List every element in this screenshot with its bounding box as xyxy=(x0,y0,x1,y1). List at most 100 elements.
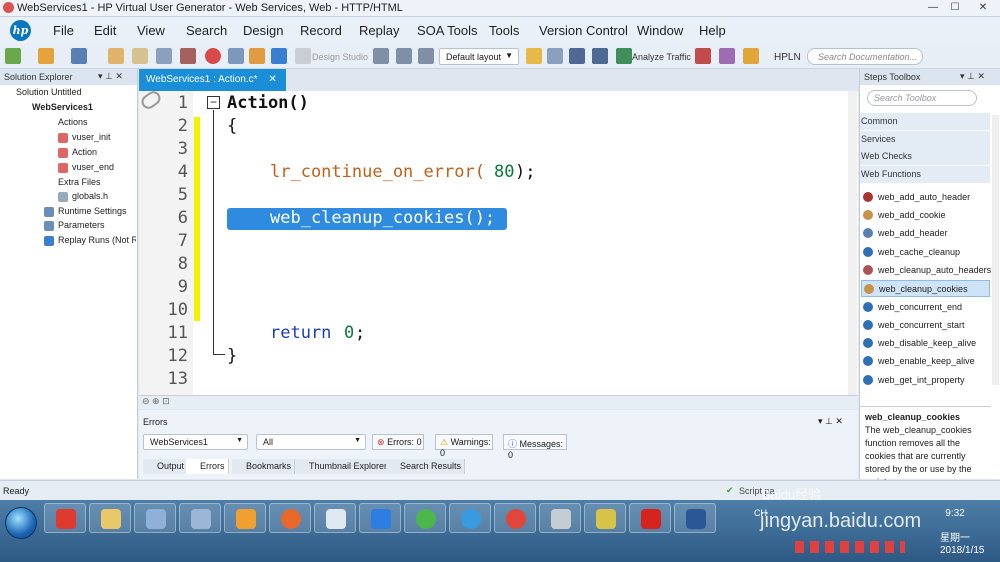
code-return-value[interactable]: 0 xyxy=(344,323,354,343)
design-studio-label[interactable]: Design Studio xyxy=(312,52,368,62)
snapshot-icon[interactable] xyxy=(592,48,608,64)
tree-action[interactable]: Action xyxy=(72,147,97,157)
taskbar-app-network[interactable] xyxy=(314,503,356,533)
menu-record[interactable]: Record xyxy=(300,23,342,38)
design-studio-icon[interactable] xyxy=(295,48,311,64)
toolbox-item-selected[interactable]: web_cleanup_cookies xyxy=(861,280,990,297)
tab-search-results[interactable]: Search Results xyxy=(386,459,466,474)
checkpoint-icon[interactable] xyxy=(526,48,542,64)
taskbar-app-huawei[interactable] xyxy=(629,503,671,533)
tab-action-c[interactable]: WebServices1 : Action.c* ✕ xyxy=(139,69,286,91)
taskbar-app-firefox[interactable] xyxy=(269,503,311,533)
tool-a-icon[interactable] xyxy=(695,48,711,64)
runtime-icon[interactable] xyxy=(418,48,434,64)
replay-options-icon[interactable] xyxy=(249,48,265,64)
grid-icon[interactable] xyxy=(569,48,585,64)
toolbox-item[interactable]: web_enable_keep_alive xyxy=(861,353,990,370)
tree-extra-files[interactable]: Extra Files xyxy=(58,177,101,187)
tray-icons[interactable] xyxy=(795,541,905,553)
toolbox-item[interactable]: web_concurrent_end xyxy=(861,299,990,316)
taskbar-app-chrome[interactable] xyxy=(494,503,536,533)
start-button[interactable] xyxy=(5,507,37,539)
open-icon[interactable] xyxy=(38,48,54,64)
messages-filter-button[interactable]: ⓘ Messages: 0 xyxy=(503,434,567,460)
minimize-button[interactable]: — xyxy=(924,0,942,16)
category-services[interactable]: Services xyxy=(860,131,990,148)
taskbar-app-notes[interactable] xyxy=(359,503,401,533)
save-icon[interactable] xyxy=(71,48,87,64)
taskbar-app-book[interactable] xyxy=(179,503,221,533)
maximize-button[interactable]: ☐ xyxy=(946,0,964,16)
layout-select[interactable]: Default layout ▼ xyxy=(439,48,519,65)
taskbar-app-calculator[interactable] xyxy=(539,503,581,533)
panel-controls[interactable]: ▾ ⊥ ✕ xyxy=(818,416,843,427)
redo-icon[interactable] xyxy=(132,48,148,64)
documentation-search-input[interactable]: Search Documentation... xyxy=(807,48,923,65)
tree-parameters[interactable]: Parameters xyxy=(58,220,105,230)
category-web-functions[interactable]: Web Functions xyxy=(860,166,990,183)
menu-search[interactable]: Search xyxy=(186,23,227,38)
menu-view[interactable]: View xyxy=(137,23,165,38)
hpln-label[interactable]: HPLN xyxy=(774,52,801,63)
code-web-cleanup-cookies[interactable]: web_cleanup_cookies(); xyxy=(270,208,495,228)
code-open-brace[interactable]: { xyxy=(227,116,237,136)
play-icon[interactable] xyxy=(271,48,287,64)
tab-output[interactable]: Output xyxy=(143,459,189,474)
new-script-icon[interactable] xyxy=(5,48,21,64)
pen-icon[interactable] xyxy=(547,48,563,64)
tree-script[interactable]: WebServices1 xyxy=(32,102,93,112)
toolbox-item[interactable]: web_cache_cleanup xyxy=(861,244,990,261)
code-return-keyword[interactable]: return xyxy=(270,323,331,343)
tree-actions[interactable]: Actions xyxy=(58,117,88,127)
menu-soa-tools[interactable]: SOA Tools xyxy=(417,23,477,38)
menu-window[interactable]: Window xyxy=(637,23,683,38)
panel-controls[interactable]: ▾ ⊥ ✕ xyxy=(960,71,985,82)
steps-icon[interactable] xyxy=(373,48,389,64)
toolbox-item[interactable]: web_concurrent_start xyxy=(861,317,990,334)
collapse-icon[interactable]: − xyxy=(207,96,220,109)
compile-icon[interactable] xyxy=(228,48,244,64)
analyze-traffic-icon[interactable] xyxy=(616,48,632,64)
tree-vuser-end[interactable]: vuser_end xyxy=(72,162,114,172)
warnings-filter-button[interactable]: ⚠ Warnings: 0 xyxy=(435,434,493,458)
tab-bookmarks[interactable]: Bookmarks xyxy=(232,459,296,474)
taskbar-app-refresh[interactable] xyxy=(404,503,446,533)
analyze-traffic-label[interactable]: Analyze Traffic xyxy=(632,52,691,62)
toolbox-item[interactable]: web_add_header xyxy=(861,225,990,242)
clock[interactable]: 9:32 星期一 xyxy=(940,508,970,544)
tree-vuser-init[interactable]: vuser_init xyxy=(72,132,111,142)
menu-version-control[interactable]: Version Control xyxy=(539,23,628,38)
tree-solution[interactable]: Solution Untitled xyxy=(16,87,82,97)
pin-icon[interactable]: ▾ ⊥ ✕ xyxy=(98,71,123,82)
code-close-brace[interactable]: } xyxy=(227,346,237,366)
menu-help[interactable]: Help xyxy=(699,23,726,38)
taskbar-app-ie[interactable] xyxy=(449,503,491,533)
filter-select[interactable]: All ▼ xyxy=(256,434,366,450)
errors-filter-button[interactable]: ⊗ Errors: 0 xyxy=(372,434,424,450)
taskbar-app-paint[interactable] xyxy=(134,503,176,533)
menu-file[interactable]: File xyxy=(53,23,74,38)
code-lr-function[interactable]: lr_continue_on_error( xyxy=(270,162,485,182)
close-icon[interactable]: ✕ xyxy=(268,74,276,85)
category-web-checks[interactable]: Web Checks xyxy=(860,148,990,165)
tool-b-icon[interactable] xyxy=(719,48,735,64)
editor-horizontal-scrollbar[interactable]: ⊖ ⊕ ⊡ xyxy=(139,395,858,409)
undo-icon[interactable] xyxy=(108,48,124,64)
tree-replay-runs[interactable]: Replay Runs (Not Run xyxy=(58,235,136,245)
tree-globals[interactable]: globals.h xyxy=(72,191,108,201)
code-action-signature[interactable]: Action() xyxy=(227,93,309,113)
taskbar-app-search[interactable] xyxy=(224,503,266,533)
toolbox-item[interactable]: web_cleanup_auto_headers xyxy=(861,262,991,279)
toolbox-item[interactable]: web_add_cookie xyxy=(861,207,990,224)
code-semicolon[interactable]: ; xyxy=(355,323,365,343)
toolbox-search-input[interactable]: Search Toolbox xyxy=(867,90,977,106)
code-editor[interactable] xyxy=(139,69,858,409)
tool-c-icon[interactable] xyxy=(743,48,759,64)
parameters-icon[interactable] xyxy=(396,48,412,64)
zoom-controls[interactable]: ⊖ ⊕ ⊡ xyxy=(142,396,170,407)
code-statement-end[interactable]: ); xyxy=(515,162,535,182)
taskbar-app-explorer[interactable] xyxy=(89,503,131,533)
tab-thumbnail-explorer[interactable]: Thumbnail Explorer xyxy=(295,459,392,474)
taskbar-app-security[interactable] xyxy=(44,503,86,533)
menu-design[interactable]: Design xyxy=(243,23,283,38)
